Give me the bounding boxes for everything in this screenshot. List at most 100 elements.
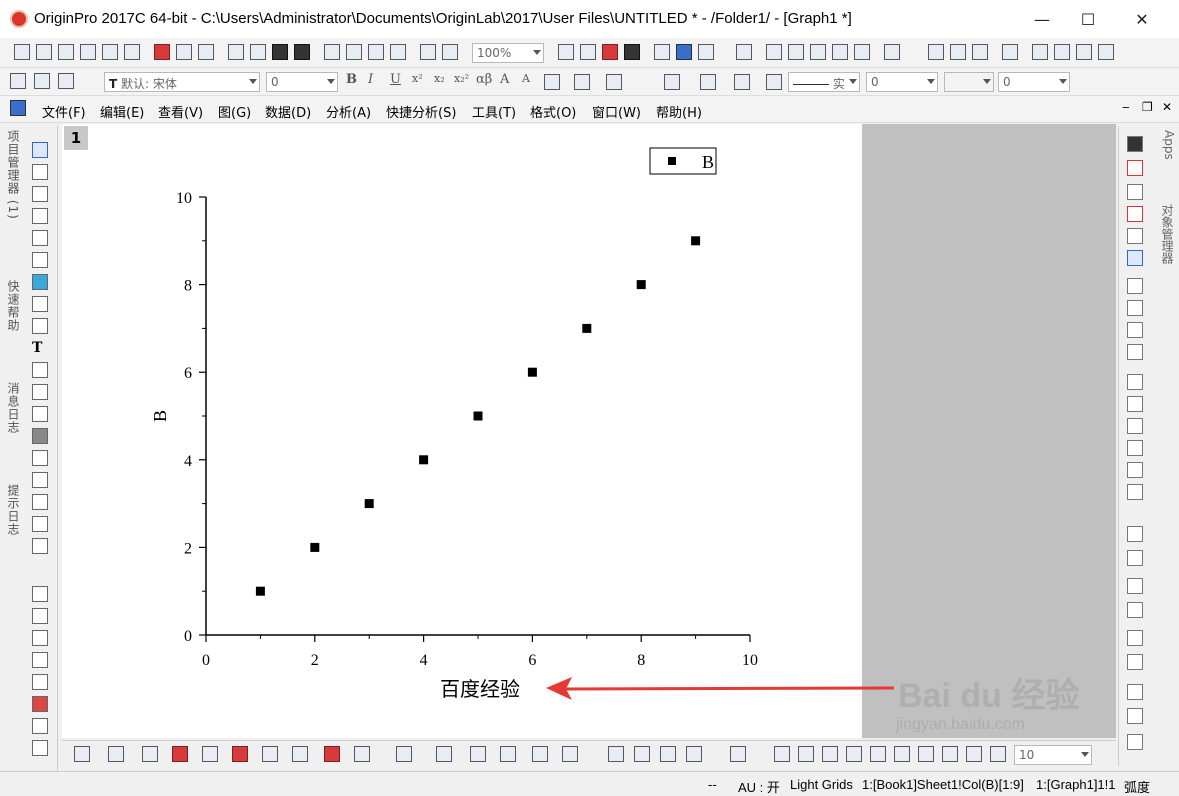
add-table-icon[interactable] <box>32 362 48 378</box>
underline-button[interactable]: U <box>390 72 401 87</box>
top-view-icon[interactable] <box>918 746 934 762</box>
menu-edit[interactable]: 编辑(E) <box>100 102 144 121</box>
bar-chart-icon[interactable] <box>1054 44 1070 60</box>
settings-icon[interactable] <box>854 44 870 60</box>
script-icon[interactable] <box>832 44 848 60</box>
rescale-y-icon[interactable] <box>1127 206 1143 222</box>
line-pattern-icon[interactable] <box>766 74 782 90</box>
3d-plot-icon[interactable] <box>354 746 370 762</box>
financial-plot-icon[interactable] <box>324 746 340 762</box>
3d-object-icon[interactable] <box>32 538 48 554</box>
zoom-icon[interactable] <box>32 164 48 180</box>
bracket-icon[interactable] <box>32 652 48 668</box>
movie-icon[interactable] <box>624 44 640 60</box>
screen-reader-icon[interactable] <box>32 230 48 246</box>
surface-plot-icon[interactable] <box>396 746 412 762</box>
menu-data[interactable]: 数据(D) <box>265 102 311 121</box>
multi-panel-icon[interactable] <box>202 746 218 762</box>
line-style-combo[interactable]: 实 <box>788 72 860 92</box>
pie-plot-icon[interactable] <box>292 746 308 762</box>
same-height-icon[interactable] <box>1127 708 1143 724</box>
menu-view[interactable]: 查看(V) <box>158 102 203 121</box>
italic-button[interactable]: I <box>368 72 373 87</box>
y-axis-label[interactable]: B <box>150 410 170 422</box>
menu-format[interactable]: 格式(O) <box>530 102 576 121</box>
project-explorer-tab[interactable]: 项目管理器 (1) <box>2 130 22 240</box>
align-icon[interactable] <box>544 74 560 90</box>
quick-help-tab[interactable]: 快速帮助 <box>2 280 22 360</box>
pointer-icon[interactable] <box>32 142 48 158</box>
align-top-icon[interactable] <box>1127 578 1143 594</box>
data-reader-icon[interactable] <box>32 208 48 224</box>
close-button[interactable]: ✕ <box>1119 0 1165 38</box>
ternary-icon[interactable] <box>634 746 650 762</box>
menu-analysis[interactable]: 分析(A) <box>326 102 371 121</box>
font-combo[interactable]: T 默认: 宋体 <box>104 72 260 92</box>
region-tool-icon[interactable] <box>32 450 48 466</box>
new-folder-icon[interactable] <box>36 44 52 60</box>
table-icon[interactable] <box>32 740 48 756</box>
add-box-axes-icon[interactable] <box>1127 440 1143 456</box>
menu-tools[interactable]: 工具(T) <box>472 102 516 121</box>
new-workbook-icon[interactable] <box>58 44 74 60</box>
new-notes-icon[interactable] <box>198 44 214 60</box>
mask-points-icon[interactable] <box>32 296 48 312</box>
menu-graph[interactable]: 图(G) <box>218 102 251 121</box>
front-view-icon[interactable] <box>894 746 910 762</box>
pattern-value-combo[interactable]: 0 <box>998 72 1070 92</box>
mdi-minimize-button[interactable]: ‒ <box>1122 100 1130 114</box>
zoom-combo[interactable]: 100% <box>472 43 544 63</box>
set-values-icon[interactable] <box>1002 44 1018 60</box>
menu-help[interactable]: 帮助(H) <box>656 102 702 121</box>
column-plot-icon[interactable] <box>172 746 188 762</box>
add-right-y-icon[interactable] <box>1127 418 1143 434</box>
polar-icon[interactable] <box>660 746 676 762</box>
rotation-step-combo[interactable]: 10 <box>1014 745 1092 765</box>
minimize-button[interactable]: — <box>1019 0 1065 38</box>
bold-button[interactable]: B <box>346 72 357 87</box>
matrix-plot-icon[interactable] <box>562 746 578 762</box>
add-layer-icon[interactable] <box>810 44 826 60</box>
rescale-x-icon[interactable] <box>1127 184 1143 200</box>
text-tool-icon[interactable]: T <box>32 340 48 356</box>
export-graph-icon[interactable] <box>580 44 596 60</box>
apps-tab[interactable]: Apps <box>1156 130 1176 180</box>
layer-management-icon[interactable] <box>1127 136 1143 152</box>
image-plot-icon[interactable] <box>608 746 624 762</box>
record-icon[interactable] <box>32 696 48 712</box>
line-color-icon[interactable] <box>734 74 750 90</box>
column-align-icon[interactable] <box>574 74 590 90</box>
new-function-icon[interactable] <box>154 44 170 60</box>
smith-chart-icon[interactable] <box>686 746 702 762</box>
align-horizontal-icon[interactable] <box>1127 654 1143 670</box>
add-top-x-icon[interactable] <box>1127 396 1143 412</box>
column-chart-icon[interactable] <box>1032 44 1048 60</box>
superscript-button[interactable]: x² <box>412 72 423 85</box>
histogram-icon[interactable] <box>1098 44 1114 60</box>
area-plot-icon[interactable] <box>262 746 278 762</box>
rectangle-tool-icon[interactable] <box>32 428 48 444</box>
data-point[interactable] <box>636 280 646 290</box>
font-color-icon[interactable] <box>606 74 622 90</box>
mdi-restore-button[interactable]: ❐ <box>1142 100 1153 114</box>
data-point[interactable] <box>582 323 592 333</box>
data-point[interactable] <box>255 586 265 596</box>
pattern-icon[interactable] <box>700 74 716 90</box>
sort-icon[interactable] <box>972 44 988 60</box>
maximize-button[interactable]: ☐ <box>1065 0 1111 38</box>
stacked-chart-icon[interactable] <box>1076 44 1092 60</box>
copy-page-icon[interactable] <box>602 44 618 60</box>
grid-icon[interactable] <box>32 674 48 690</box>
menu-file[interactable]: 文件(F) <box>42 102 86 121</box>
align-right-icon[interactable] <box>1127 550 1143 566</box>
save-project-icon[interactable] <box>272 44 288 60</box>
import-excel-icon[interactable] <box>390 44 406 60</box>
refresh-icon[interactable] <box>1127 228 1143 244</box>
paste-icon[interactable] <box>58 73 74 89</box>
insert-image-icon[interactable] <box>32 494 48 510</box>
align-bottom-icon[interactable] <box>1127 602 1143 618</box>
rescale-icon[interactable] <box>1127 160 1143 176</box>
decrease-font-button[interactable]: A <box>522 72 530 85</box>
line-width-combo[interactable]: 0 <box>866 72 938 92</box>
arrange-layers-icon[interactable] <box>1127 322 1143 338</box>
